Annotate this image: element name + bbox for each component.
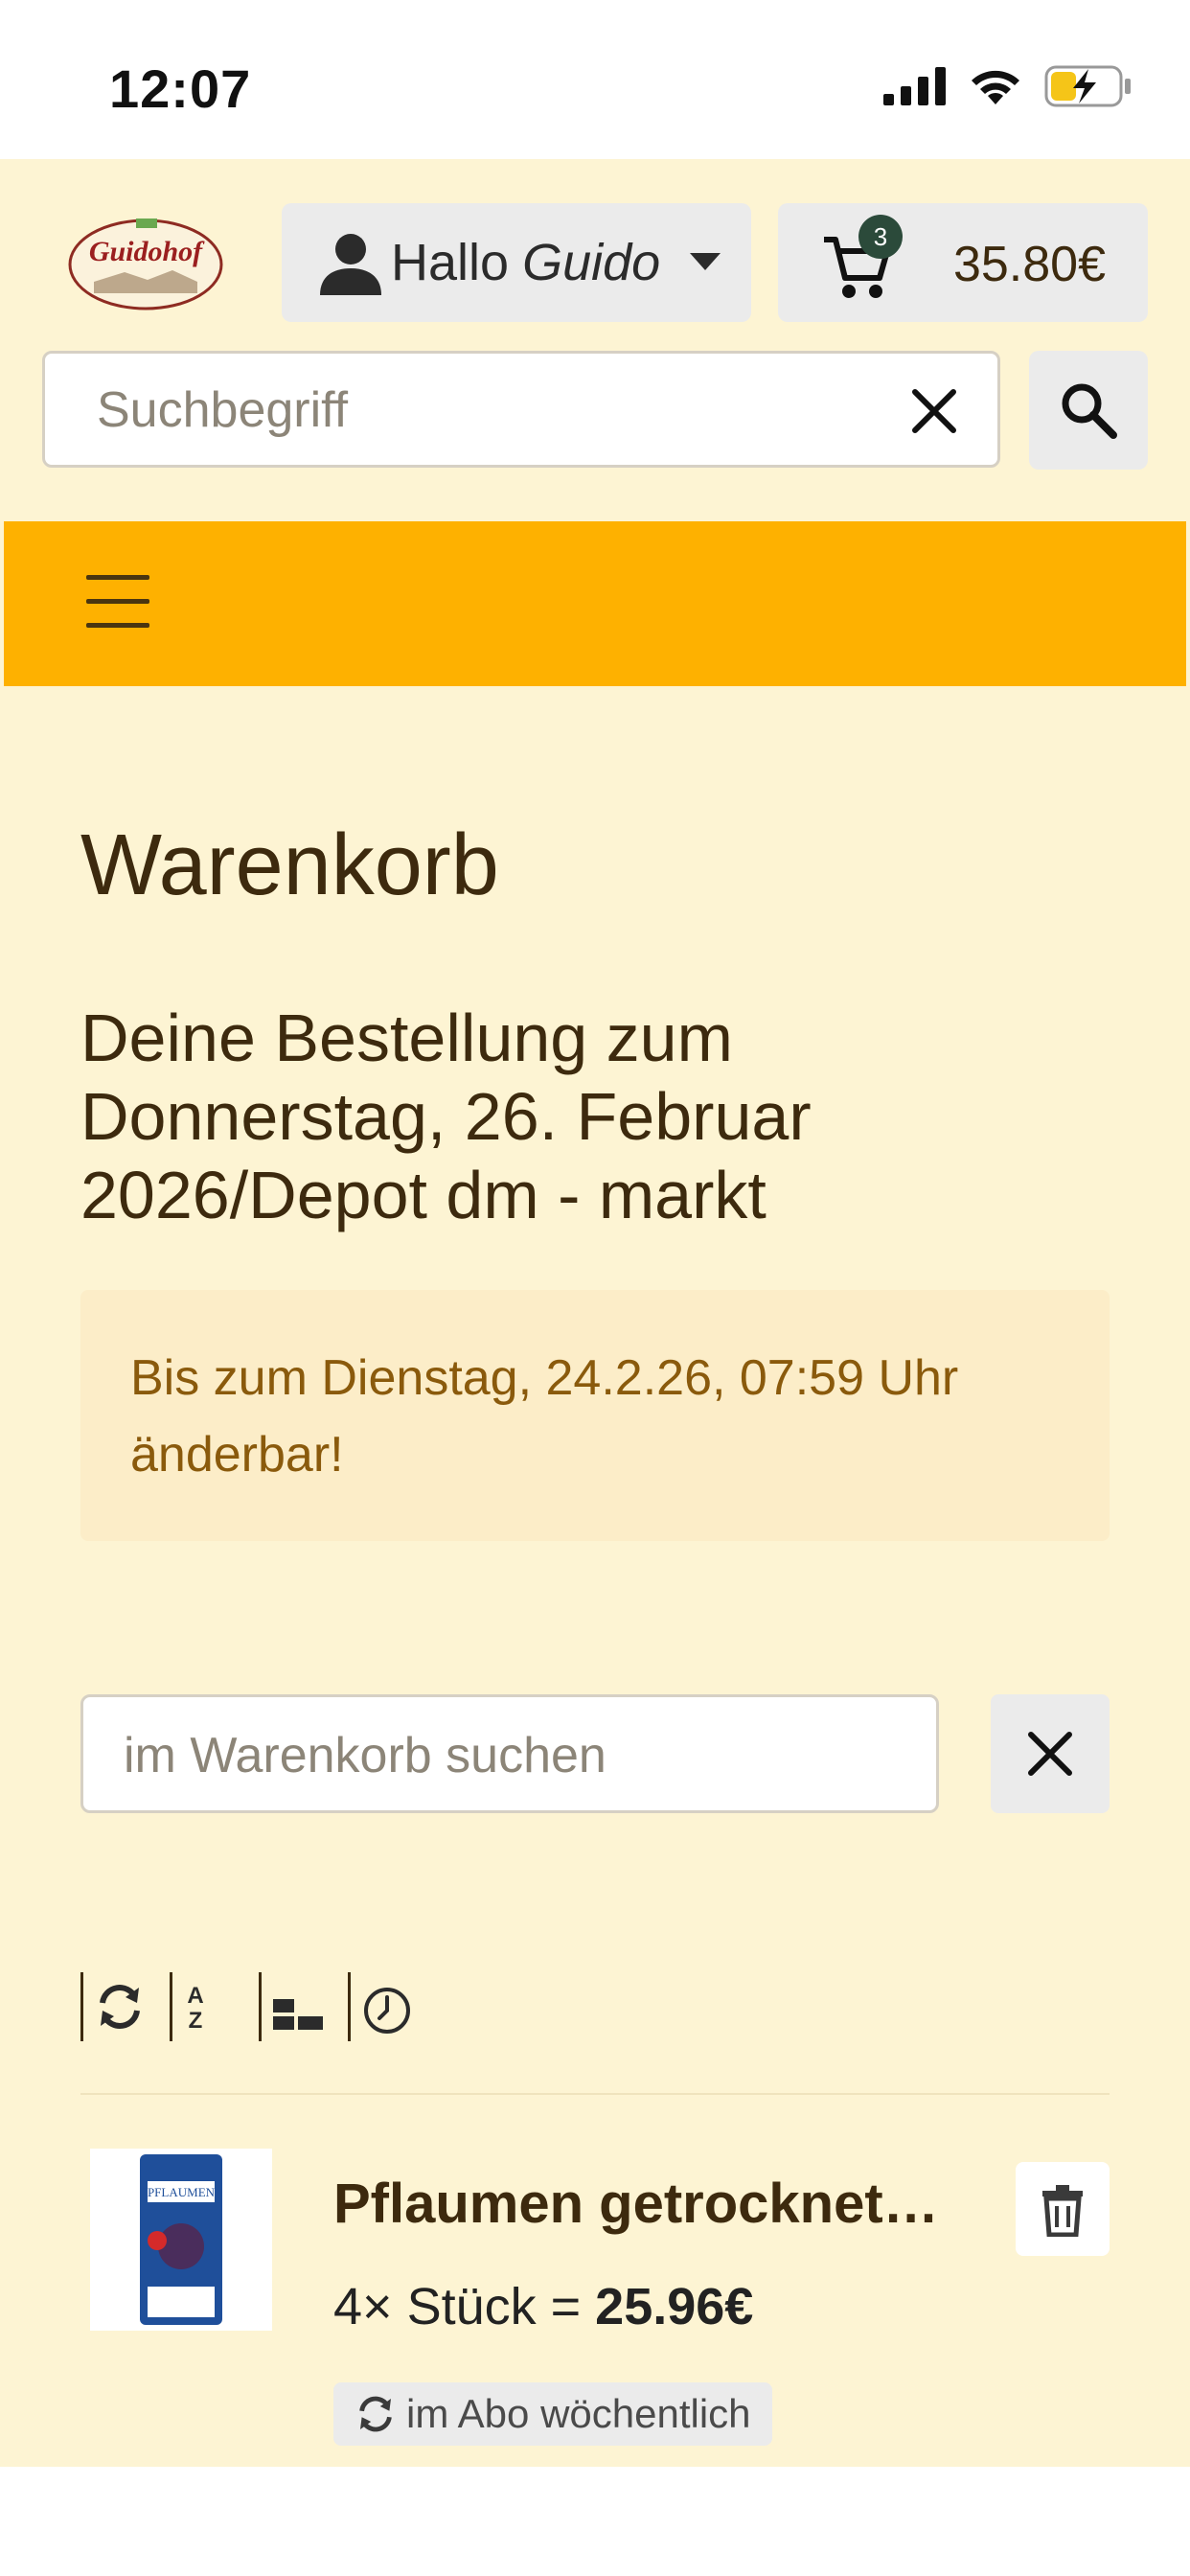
chevron-down-icon [690, 253, 721, 270]
sort-time-button[interactable] [348, 1972, 416, 2041]
cart-count-badge: 3 [858, 215, 903, 259]
product-price: 25.96€ [595, 2278, 754, 2335]
refresh-icon [100, 1985, 140, 2029]
search-input[interactable] [95, 375, 865, 446]
battery-charging-icon [1044, 65, 1131, 107]
user-name: Guido [522, 234, 661, 291]
user-menu-button[interactable]: Hallo Guido [282, 203, 751, 322]
deadline-notice: Bis zum Dienstag, 24.2.26, 07:59 Uhr änd… [80, 1290, 1110, 1541]
wifi-icon [972, 70, 1019, 104]
clock-icon [364, 1988, 410, 2034]
svg-text:Z: Z [189, 2008, 203, 2034]
status-time: 12:07 [109, 58, 252, 119]
app-content: Guidohof Hallo Guido 3 35.80€ Suchbegrif… [0, 159, 1190, 2467]
search-button[interactable] [1029, 351, 1148, 470]
delete-item-button[interactable] [1016, 2162, 1110, 2256]
product-image[interactable]: PFLAUMEN [90, 2149, 272, 2331]
status-icons [883, 65, 1133, 107]
cart-item: PFLAUMEN Pflaumen getrocknet… 4× Stück =… [80, 2143, 1110, 2469]
hamburger-menu-icon[interactable] [86, 575, 153, 629]
trash-icon [1042, 2185, 1083, 2237]
sort-subscription-button[interactable] [80, 1972, 149, 2041]
sort-size-icon [273, 1999, 323, 2030]
close-icon [1028, 1732, 1072, 1776]
cart-search-field [80, 1694, 939, 1813]
deadline-notice-text: Bis zum Dienstag, 24.2.26, 07:59 Uhr änd… [130, 1350, 959, 1483]
subscription-badge[interactable]: im Abo wöchentlich [333, 2382, 772, 2446]
search-field [42, 351, 1000, 468]
sort-size-button[interactable] [259, 1972, 327, 2041]
cart-search-input[interactable] [122, 1720, 911, 1791]
svg-text:Guidohof: Guidohof [89, 236, 205, 267]
subscription-text: im Abo wöchentlich [406, 2391, 751, 2436]
product-image-label: PFLAUMEN [148, 2185, 216, 2199]
bottom-safe-area [0, 2467, 1190, 2576]
sort-az-icon: A Z [187, 1983, 203, 2034]
user-icon [320, 234, 381, 295]
product-name[interactable]: Pflaumen getrocknet… [333, 2172, 947, 2236]
sort-bar: A Z [80, 1965, 437, 2041]
user-greeting: Hallo [391, 234, 510, 291]
search-icon [1062, 383, 1117, 439]
sort-alphabetical-button[interactable]: A Z [170, 1972, 238, 2041]
svg-text:A: A [187, 1983, 203, 2009]
guidohof-logo[interactable]: Guidohof [67, 213, 224, 312]
divider [80, 2093, 1110, 2095]
close-icon[interactable] [907, 384, 961, 438]
signal-icon [883, 67, 946, 105]
status-bar: 12:07 [0, 0, 1190, 159]
page-title: Warenkorb [80, 817, 499, 913]
order-subtitle: Deine Bestellung zum Donnerstag, 26. Feb… [80, 1000, 812, 1232]
quantity-text: 4× Stück = [333, 2278, 596, 2335]
navigation-bar [4, 521, 1186, 686]
cart-button[interactable]: 3 35.80€ [778, 203, 1148, 322]
product-quantity: 4× Stück = 25.96€ [333, 2277, 753, 2336]
cart-total: 35.80€ [952, 237, 1106, 292]
cart-search-clear-button[interactable] [991, 1694, 1110, 1813]
refresh-icon [359, 2396, 392, 2432]
